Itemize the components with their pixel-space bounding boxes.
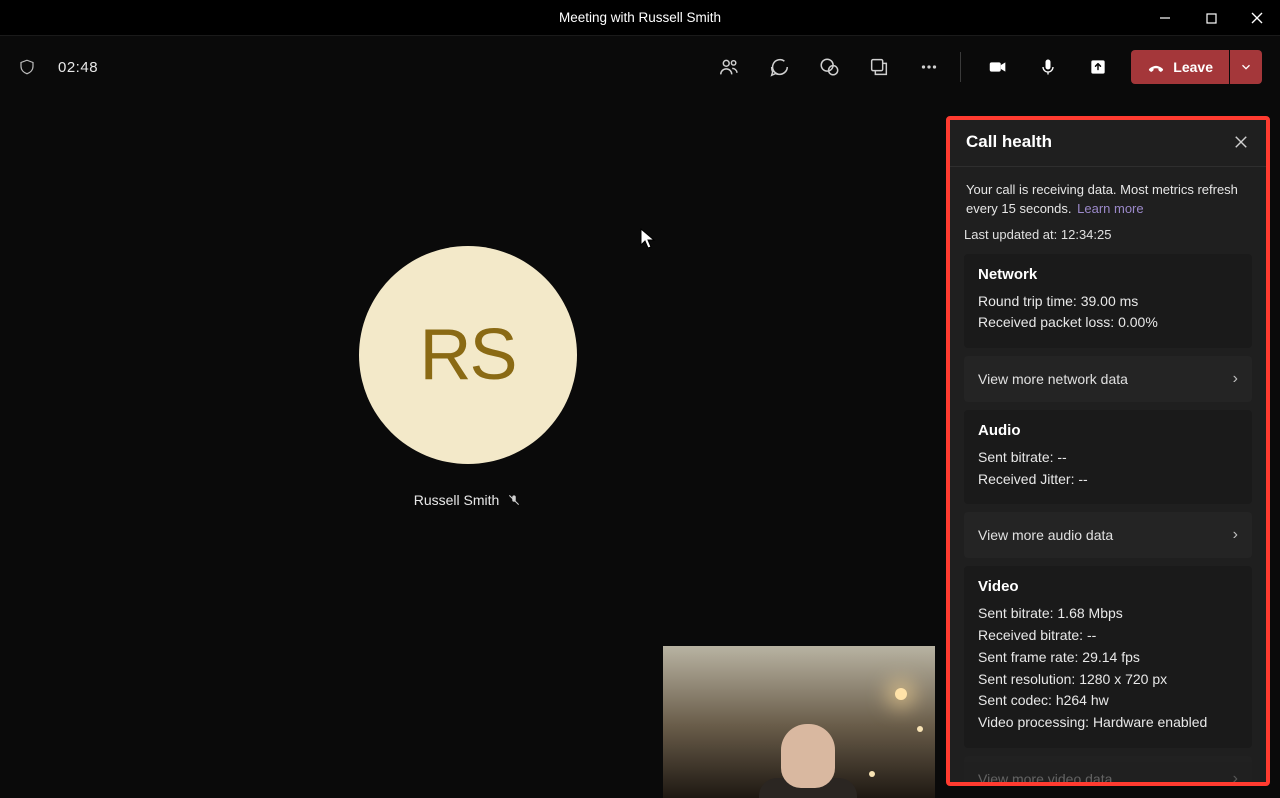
- avatar-initials: RS: [419, 314, 515, 396]
- last-updated: Last updated at: 12:34:25: [964, 227, 1252, 254]
- mic-icon[interactable]: [1037, 56, 1059, 78]
- leave-label: Leave: [1173, 59, 1213, 75]
- chevron-down-icon: [1239, 60, 1253, 74]
- chat-icon[interactable]: [768, 56, 790, 78]
- view-more-audio[interactable]: View more audio data ›: [964, 512, 1252, 558]
- video-fps-metric: Sent frame rate: 29.14 fps: [978, 647, 1238, 669]
- camera-icon[interactable]: [987, 56, 1009, 78]
- shield-icon[interactable]: [18, 57, 36, 77]
- meeting-toolbar: 02:48 Leave: [0, 36, 1280, 98]
- call-health-highlight: Call health Your call is receiving data.…: [946, 116, 1270, 786]
- title-bar: Meeting with Russell Smith: [0, 0, 1280, 36]
- learn-more-link[interactable]: Learn more: [1077, 201, 1143, 216]
- reactions-icon[interactable]: [818, 56, 840, 78]
- video-res-metric: Sent resolution: 1280 x 720 px: [978, 669, 1238, 691]
- minimize-button[interactable]: [1142, 0, 1188, 36]
- video-proc-metric: Video processing: Hardware enabled: [978, 712, 1238, 734]
- avatar: RS: [359, 246, 577, 464]
- audio-card: Audio Sent bitrate: -- Received Jitter: …: [964, 410, 1252, 504]
- meeting-stage: RS Russell Smith Call health: [0, 98, 1280, 798]
- video-card: Video Sent bitrate: 1.68 Mbps Received b…: [964, 566, 1252, 747]
- view-more-video[interactable]: View more video data ›: [964, 756, 1252, 782]
- audio-jitter-metric: Received Jitter: --: [978, 469, 1238, 491]
- participant-name: Russell Smith: [414, 492, 500, 508]
- panel-title: Call health: [966, 132, 1052, 152]
- video-codec-metric: Sent codec: h264 hw: [978, 690, 1238, 712]
- network-card: Network Round trip time: 39.00 ms Receiv…: [964, 254, 1252, 348]
- chevron-right-icon: ›: [1233, 370, 1238, 388]
- rooms-icon[interactable]: [868, 56, 890, 78]
- close-icon[interactable]: [1232, 133, 1250, 151]
- video-sent-bitrate-metric: Sent bitrate: 1.68 Mbps: [978, 603, 1238, 625]
- window-controls: [1142, 0, 1280, 36]
- leave-dropdown[interactable]: [1230, 50, 1262, 84]
- maximize-button[interactable]: [1188, 0, 1234, 36]
- video-recv-bitrate-metric: Received bitrate: --: [978, 625, 1238, 647]
- view-more-network[interactable]: View more network data ›: [964, 356, 1252, 402]
- call-timer: 02:48: [58, 59, 98, 76]
- more-icon[interactable]: [918, 56, 940, 78]
- hangup-icon: [1147, 58, 1165, 76]
- toolbar-divider: [960, 52, 961, 82]
- call-health-panel: Call health Your call is receiving data.…: [950, 120, 1266, 782]
- video-heading: Video: [978, 578, 1238, 595]
- chevron-right-icon: ›: [1233, 526, 1238, 544]
- packet-loss-metric: Received packet loss: 0.00%: [978, 312, 1238, 334]
- participant-tile[interactable]: RS Russell Smith: [0, 98, 935, 508]
- chevron-right-icon: ›: [1233, 770, 1238, 782]
- close-button[interactable]: [1234, 0, 1280, 36]
- mic-muted-icon: [507, 493, 521, 507]
- people-icon[interactable]: [718, 56, 740, 78]
- network-heading: Network: [978, 266, 1238, 283]
- rtt-metric: Round trip time: 39.00 ms: [978, 291, 1238, 313]
- share-icon[interactable]: [1087, 56, 1109, 78]
- window-title: Meeting with Russell Smith: [559, 10, 721, 25]
- self-video-thumbnail[interactable]: [663, 646, 935, 798]
- leave-button[interactable]: Leave: [1131, 50, 1229, 84]
- panel-intro: Your call is receiving data. Most metric…: [964, 167, 1252, 227]
- audio-sent-bitrate-metric: Sent bitrate: --: [978, 447, 1238, 469]
- audio-heading: Audio: [978, 422, 1238, 439]
